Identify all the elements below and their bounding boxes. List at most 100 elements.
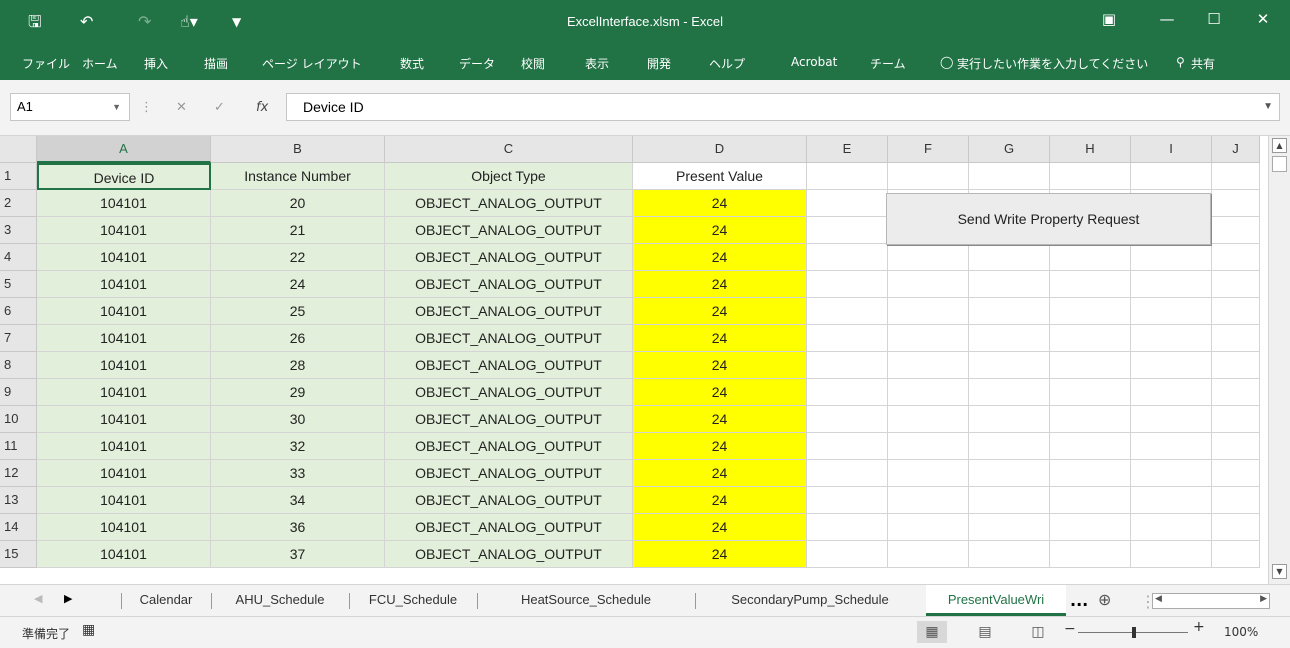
enter-icon[interactable]: ✓ <box>214 100 225 115</box>
row-header[interactable]: 12 <box>0 460 37 487</box>
cell[interactable] <box>1212 298 1260 325</box>
zoom-slider-handle[interactable] <box>1132 627 1136 638</box>
cell[interactable]: 104101 <box>37 271 211 298</box>
cell[interactable] <box>807 244 888 271</box>
cell[interactable] <box>888 487 969 514</box>
cell[interactable] <box>1050 541 1131 568</box>
row-header[interactable]: 4 <box>0 244 37 271</box>
cell[interactable]: 24 <box>633 217 807 244</box>
cell[interactable] <box>969 460 1050 487</box>
cell[interactable] <box>1212 406 1260 433</box>
cell[interactable] <box>807 190 888 217</box>
cell[interactable]: 28 <box>211 352 385 379</box>
cell[interactable]: OBJECT_ANALOG_OUTPUT <box>385 433 633 460</box>
add-sheet-icon[interactable]: ⊕ <box>1098 590 1111 609</box>
cell[interactable] <box>969 244 1050 271</box>
cell[interactable] <box>1212 460 1260 487</box>
row-header[interactable]: 14 <box>0 514 37 541</box>
cell[interactable] <box>1131 163 1212 190</box>
cell[interactable] <box>1131 487 1212 514</box>
cell[interactable] <box>969 514 1050 541</box>
cell[interactable] <box>1050 406 1131 433</box>
cell[interactable] <box>888 433 969 460</box>
cell[interactable] <box>807 217 888 244</box>
cell[interactable]: 32 <box>211 433 385 460</box>
cell[interactable]: 104101 <box>37 406 211 433</box>
cell[interactable]: 33 <box>211 460 385 487</box>
cell[interactable]: OBJECT_ANALOG_OUTPUT <box>385 379 633 406</box>
cell[interactable]: 34 <box>211 487 385 514</box>
cell[interactable] <box>969 298 1050 325</box>
cell[interactable] <box>1050 163 1131 190</box>
cell[interactable]: OBJECT_ANALOG_OUTPUT <box>385 541 633 568</box>
cell[interactable]: 104101 <box>37 298 211 325</box>
cell[interactable]: OBJECT_ANALOG_OUTPUT <box>385 514 633 541</box>
cell[interactable]: 104101 <box>37 352 211 379</box>
cell[interactable] <box>1050 271 1131 298</box>
sheet-tab-presentvalue[interactable]: PresentValueWri <box>926 585 1066 616</box>
cell[interactable]: 20 <box>211 190 385 217</box>
cell[interactable] <box>888 379 969 406</box>
column-header-g[interactable]: G <box>969 136 1050 163</box>
cell[interactable]: Device ID <box>37 163 211 190</box>
tab-insert[interactable]: 挿入 <box>144 55 168 72</box>
cell[interactable]: 24 <box>633 487 807 514</box>
insert-function-icon[interactable]: fx <box>256 100 268 115</box>
cell[interactable] <box>807 271 888 298</box>
cell[interactable] <box>888 352 969 379</box>
minimize-button[interactable]: — <box>1152 10 1182 28</box>
close-button[interactable]: ✕ <box>1248 10 1278 28</box>
cell[interactable]: OBJECT_ANALOG_OUTPUT <box>385 190 633 217</box>
cell[interactable]: OBJECT_ANALOG_OUTPUT <box>385 217 633 244</box>
row-header[interactable]: 1 <box>0 163 37 190</box>
ribbon-display-icon[interactable]: ▣ <box>1094 10 1124 28</box>
tab-view[interactable]: 表示 <box>585 55 609 72</box>
cell[interactable] <box>807 379 888 406</box>
sheet-tab-ahu-schedule[interactable]: AHU_Schedule <box>212 585 348 616</box>
cell[interactable] <box>807 406 888 433</box>
cell[interactable]: 104101 <box>37 487 211 514</box>
cell[interactable] <box>969 271 1050 298</box>
cell[interactable] <box>1050 379 1131 406</box>
tab-formulas[interactable]: 数式 <box>400 55 424 72</box>
cell[interactable] <box>888 271 969 298</box>
row-header[interactable]: 9 <box>0 379 37 406</box>
cell[interactable]: 36 <box>211 514 385 541</box>
row-header[interactable]: 5 <box>0 271 37 298</box>
page-layout-view-icon[interactable]: ▤ <box>970 621 1000 643</box>
cell[interactable]: 104101 <box>37 433 211 460</box>
page-break-view-icon[interactable]: ◫ <box>1023 621 1053 643</box>
cell[interactable] <box>1212 352 1260 379</box>
cell[interactable] <box>1131 541 1212 568</box>
cell[interactable]: 29 <box>211 379 385 406</box>
tab-acrobat[interactable]: Acrobat <box>791 55 837 69</box>
cell[interactable] <box>1131 244 1212 271</box>
formula-input[interactable]: Device ID ▼ <box>286 93 1280 121</box>
row-header[interactable]: 2 <box>0 190 37 217</box>
cell[interactable] <box>807 325 888 352</box>
tab-draw[interactable]: 描画 <box>204 55 228 72</box>
cell[interactable] <box>1212 271 1260 298</box>
cell[interactable]: Instance Number <box>211 163 385 190</box>
cell[interactable] <box>807 460 888 487</box>
cell[interactable] <box>969 406 1050 433</box>
select-all-corner[interactable] <box>0 136 37 163</box>
tab-home[interactable]: ホーム <box>82 55 118 72</box>
cell[interactable] <box>969 433 1050 460</box>
cell[interactable] <box>807 298 888 325</box>
scroll-prev-sheet-icon[interactable]: ◀ <box>34 592 42 605</box>
sheet-tab-calendar[interactable]: Calendar <box>122 585 210 616</box>
cell[interactable] <box>969 379 1050 406</box>
tab-team[interactable]: チーム <box>870 55 906 72</box>
cell[interactable]: 24 <box>633 352 807 379</box>
cell[interactable] <box>1131 298 1212 325</box>
cell[interactable]: 24 <box>633 244 807 271</box>
cell[interactable]: 104101 <box>37 541 211 568</box>
cell[interactable]: 24 <box>633 433 807 460</box>
cell[interactable] <box>1212 217 1260 244</box>
cell[interactable]: 26 <box>211 325 385 352</box>
cell[interactable] <box>1131 271 1212 298</box>
row-header[interactable]: 11 <box>0 433 37 460</box>
cell[interactable] <box>969 352 1050 379</box>
row-header[interactable]: 3 <box>0 217 37 244</box>
